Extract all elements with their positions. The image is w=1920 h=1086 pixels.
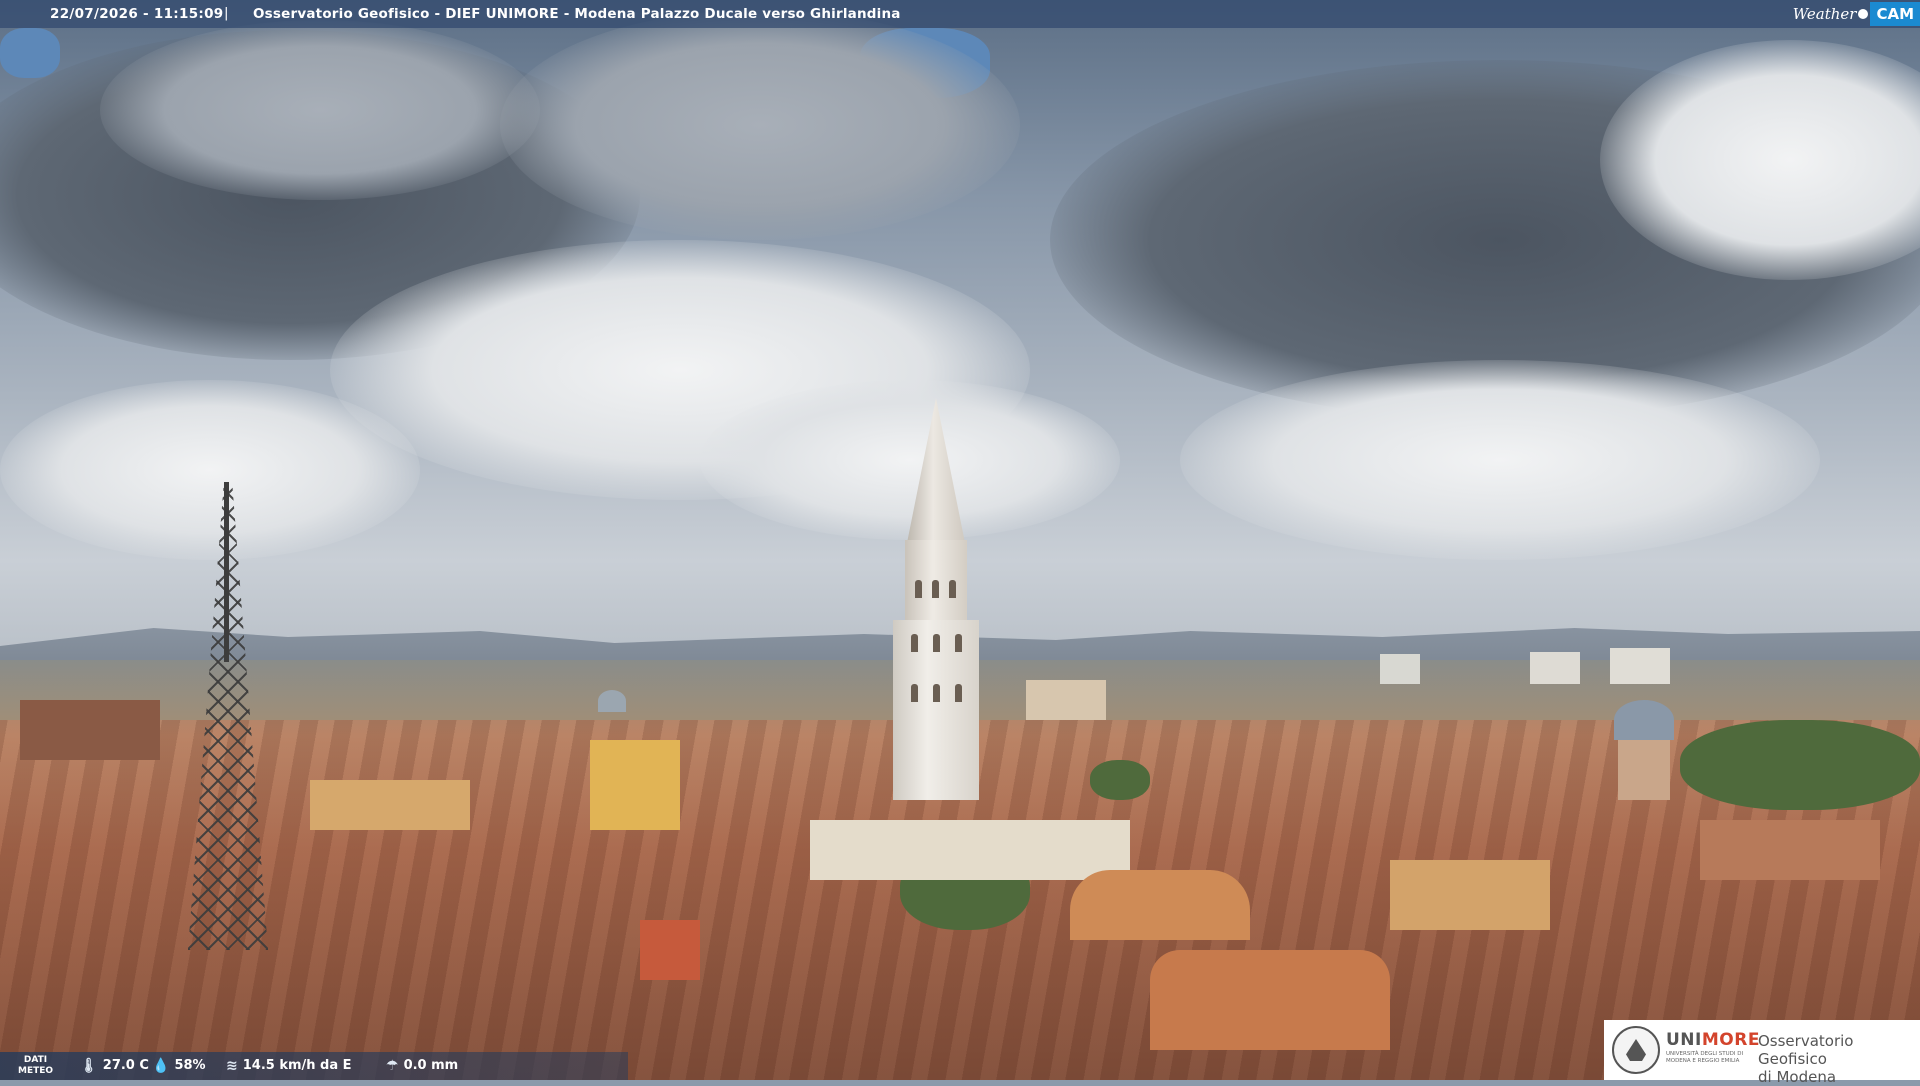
- observatory-line-1: Osservatorio Geofisico: [1758, 1032, 1854, 1068]
- label-line-2: METEO: [18, 1066, 54, 1076]
- tower-window: [911, 684, 918, 702]
- brand-dot-icon: [1858, 9, 1869, 19]
- cloud: [100, 20, 540, 200]
- tower-window: [911, 634, 918, 652]
- temperature-reading: 🌡 27.0 C: [80, 1058, 149, 1073]
- weathercam-logo: Weather CAM: [1793, 0, 1920, 28]
- humidity-value: 58%: [174, 1058, 206, 1073]
- building: [310, 780, 470, 830]
- humidity-reading: 💧 58%: [152, 1058, 206, 1073]
- dome-drum: [1618, 740, 1670, 800]
- header-banner: 22/07/2026 - 11:15:09 | Osservatorio Geo…: [0, 0, 1920, 28]
- thermometer-icon: 🌡: [80, 1057, 98, 1074]
- church-dome: [1614, 700, 1674, 740]
- unimore-wordmark: UNIMORE: [1666, 1030, 1760, 1050]
- label-line-1: DATI: [23, 1055, 48, 1065]
- rain-reading: ☂ 0.0 mm: [386, 1058, 458, 1073]
- humidity-icon: 💧: [152, 1057, 170, 1074]
- trees: [1090, 760, 1150, 800]
- observatory-line-2: di Modena: [1758, 1068, 1837, 1086]
- tower-window: [949, 580, 956, 598]
- tower-window: [955, 634, 962, 652]
- church-apse: [1150, 950, 1390, 1050]
- ghirlandina-belfry: [905, 540, 967, 625]
- rain-value: 0.0 mm: [403, 1058, 459, 1073]
- building: [1530, 652, 1580, 684]
- building: [1380, 654, 1420, 684]
- brand-cam-badge: CAM: [1870, 2, 1920, 26]
- small-dome: [598, 690, 626, 712]
- more-text: MORE: [1701, 1030, 1760, 1050]
- tower-window: [932, 580, 939, 598]
- building: [640, 920, 700, 980]
- cloud: [700, 380, 1120, 540]
- uni-text: UNI: [1666, 1030, 1702, 1050]
- building: [1390, 860, 1550, 930]
- header-separator: |: [224, 5, 229, 21]
- building: [1026, 680, 1106, 720]
- building: [1610, 648, 1670, 684]
- building: [590, 740, 680, 830]
- timestamp: 22/07/2026 - 11:15:09: [50, 6, 224, 22]
- rain-icon: ☂: [386, 1057, 399, 1074]
- wind-value: 14.5 km/h da E: [242, 1058, 352, 1073]
- cloud: [0, 380, 420, 560]
- blue-sky-patch: [0, 28, 60, 78]
- observatory-name: Osservatorio Geofisico di Modena: [1758, 1032, 1920, 1086]
- tower-window: [933, 684, 940, 702]
- cloud: [500, 10, 1020, 240]
- rotunda: [1070, 870, 1250, 940]
- palazzo-facade: [810, 820, 1130, 880]
- wind-icon: ≋: [226, 1057, 238, 1074]
- tower-window: [955, 684, 962, 702]
- weather-strip-label: DATI METEO: [18, 1055, 53, 1077]
- brand-weather-text: Weather: [1792, 5, 1857, 23]
- ghirlandina-tower: [893, 620, 979, 800]
- camera-title: Osservatorio Geofisico - DIEF UNIMORE - …: [253, 6, 901, 22]
- cloud: [1180, 360, 1820, 560]
- building: [20, 700, 160, 760]
- building: [1700, 820, 1880, 880]
- tower-window: [933, 634, 940, 652]
- wind-reading: ≋ 14.5 km/h da E: [226, 1058, 352, 1073]
- tower-window: [915, 580, 922, 598]
- trees: [1680, 720, 1920, 810]
- weather-data-strip: DATI METEO 🌡 27.0 C 💧 58% ≋ 14.5 km/h da…: [0, 1052, 628, 1080]
- unimore-logo: UNIMORE UNIVERSITÀ DEGLI STUDI DI MODENA…: [1604, 1020, 1920, 1086]
- university-subtitle: UNIVERSITÀ DEGLI STUDI DI MODENA E REGGI…: [1666, 1051, 1744, 1064]
- university-seal-icon: [1612, 1026, 1660, 1074]
- temperature-value: 27.0 C: [102, 1058, 149, 1073]
